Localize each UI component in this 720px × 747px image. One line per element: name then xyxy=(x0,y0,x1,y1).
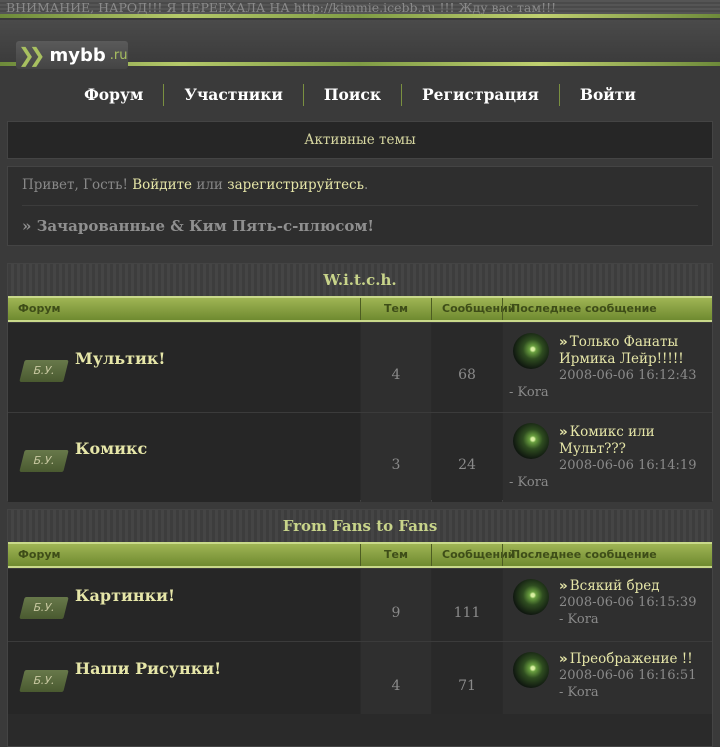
col-forum: Форум xyxy=(18,548,61,561)
double-chevron-icon: » xyxy=(559,651,568,667)
forum-link[interactable]: Комикс xyxy=(75,439,147,458)
col-divider xyxy=(360,298,361,320)
posts-count: 111 xyxy=(432,569,502,641)
nav-login[interactable]: Войти xyxy=(558,84,656,106)
last-post-link[interactable]: » Преображение !! xyxy=(559,651,709,668)
login-link[interactable]: Войдите xyxy=(132,177,192,193)
posts-count: 68 xyxy=(432,323,502,412)
topics-count: 3 xyxy=(361,413,431,502)
last-post-author[interactable]: - Kora xyxy=(509,475,549,490)
or-text: или xyxy=(196,177,223,193)
forum-link[interactable]: Мультик! xyxy=(75,349,165,368)
last-post-cell: » Преображение !! 2008-06-06 16:16:51 - Kor… xyxy=(503,642,712,714)
last-post-title: Только Фанаты Ирмика Лейр!!!!! xyxy=(559,334,684,367)
forum-status-badge: Б.У. xyxy=(19,670,69,692)
double-chevron-icon: ❯❯ xyxy=(18,43,45,67)
logo-text: mybb xyxy=(49,44,106,66)
nav-register[interactable]: Регистрация xyxy=(401,84,559,106)
forum-row: Б.У. Картинки! 9 111» Всякий бред 2008-06-06 … xyxy=(8,568,712,641)
last-post-date: 2008-06-06 16:12:43 xyxy=(559,368,697,383)
last-post-link[interactable]: » Комикс или Мульт??? xyxy=(559,424,709,458)
last-post-cell: » Всякий бред 2008-06-06 16:15:39 - Kora xyxy=(503,569,712,641)
last-post-date: 2008-06-06 16:15:39 xyxy=(559,595,697,610)
dot-text: . xyxy=(363,177,369,193)
forum-status-badge: Б.У. xyxy=(19,360,69,382)
col-divider xyxy=(431,544,432,566)
col-divider xyxy=(502,544,503,566)
forum-row: Б.У. Наши Рисунки! 4 71» Преображение !! 2008… xyxy=(8,641,712,714)
category-section: From Fans to Fans Форум Тем Сообщений Послед… xyxy=(7,509,713,747)
col-divider xyxy=(502,298,503,320)
last-post-author[interactable]: - Kora xyxy=(559,612,599,627)
posts-count: 71 xyxy=(432,642,502,714)
welcome-panel: Привет, Гость! Войдите или зарегистрируй… xyxy=(7,166,713,246)
column-header: Форум Тем Сообщений Последнее сообщение xyxy=(8,296,712,322)
category-section: W.i.t.c.h. Форум Тем Сообщений Последнее соо… xyxy=(7,263,713,502)
last-post-link[interactable]: » Всякий бред xyxy=(559,578,709,595)
divider xyxy=(22,205,698,206)
nav-forum[interactable]: Форум xyxy=(64,84,163,106)
welcome-line: Привет, Гость! Войдите или зарегистрируй… xyxy=(22,177,368,193)
forum-link[interactable]: Картинки! xyxy=(75,586,175,605)
active-topics-bar: Активные темы xyxy=(7,121,713,159)
col-posts: Сообщений xyxy=(442,548,516,561)
logo-tld: .ru xyxy=(109,47,128,63)
double-chevron-icon: » xyxy=(559,578,568,594)
announcement-text: ВНИМАНИЕ, НАРОД!!! Я ПЕРЕЕХАЛА НА http:/… xyxy=(6,0,557,15)
last-post-cell: » Только Фанаты Ирмика Лейр!!!!! 2008-06-0… xyxy=(503,323,712,412)
last-post-title: Комикс или Мульт??? xyxy=(559,424,655,457)
main-nav: Форум Участники Поиск Регистрация Войти xyxy=(0,80,720,110)
forum-cell: Б.У. Мультик! xyxy=(8,323,360,412)
last-post-cell: » Комикс или Мульт??? 2008-06-06 16:14:19-… xyxy=(503,413,712,502)
forum-cell: Б.У. Картинки! xyxy=(8,569,360,641)
last-post-link[interactable]: » Только Фанаты Ирмика Лейр!!!!! xyxy=(559,334,709,368)
col-topics: Тем xyxy=(384,548,408,561)
register-link[interactable]: зарегистрируйтесь xyxy=(227,177,364,193)
col-last: Последнее сообщение xyxy=(511,302,657,315)
col-posts: Сообщений xyxy=(442,302,516,315)
forum-cell: Б.У. Комикс xyxy=(8,413,360,502)
top-rail xyxy=(0,14,720,18)
greeting-text: Привет, Гость! xyxy=(22,177,128,193)
col-divider xyxy=(360,544,361,566)
column-header: Форум Тем Сообщений Последнее сообщение xyxy=(8,542,712,568)
last-post-author[interactable]: - Kora xyxy=(559,685,599,700)
avatar xyxy=(513,652,549,688)
board-title: » Зачарованные & Ким Пять-с-плюсом! xyxy=(22,217,375,235)
last-post-date: 2008-06-06 16:14:19 xyxy=(559,458,697,473)
double-chevron-icon: » xyxy=(559,424,568,440)
forum-cell: Б.У. Наши Рисунки! xyxy=(8,642,360,714)
forum-status-badge: Б.У. xyxy=(19,450,69,472)
avatar xyxy=(513,333,549,369)
nav-members[interactable]: Участники xyxy=(163,84,303,106)
forum-status-badge: Б.У. xyxy=(19,597,69,619)
last-post-title: Преображение !! xyxy=(569,651,693,667)
forum-link[interactable]: Наши Рисунки! xyxy=(75,659,221,678)
category-title[interactable]: From Fans to Fans xyxy=(8,510,712,542)
category-title[interactable]: W.i.t.c.h. xyxy=(8,264,712,296)
last-post-date: 2008-06-06 16:16:51 xyxy=(559,668,697,683)
topics-count: 9 xyxy=(361,569,431,641)
last-post-author[interactable]: - Kora xyxy=(509,385,549,400)
double-chevron-icon: » xyxy=(559,334,568,350)
col-forum: Форум xyxy=(18,302,61,315)
forum-row: Б.У. Мультик! 4 68» Только Фанаты Ирмика Лей… xyxy=(8,322,712,412)
last-post-title: Всякий бред xyxy=(569,578,660,594)
topics-count: 4 xyxy=(361,642,431,714)
forum-row: Б.У. Комикс 3 24» Комикс или Мульт??? 2008-06… xyxy=(8,412,712,502)
nav-search[interactable]: Поиск xyxy=(302,84,401,106)
col-last: Последнее сообщение xyxy=(511,548,657,561)
avatar xyxy=(513,423,549,459)
active-topics-link[interactable]: Активные темы xyxy=(304,132,415,148)
posts-count: 24 xyxy=(432,413,502,502)
avatar xyxy=(513,579,549,615)
col-topics: Тем xyxy=(384,302,408,315)
topics-count: 4 xyxy=(361,323,431,412)
col-divider xyxy=(431,298,432,320)
mybb-logo[interactable]: ❯❯ mybb .ru xyxy=(16,41,128,69)
